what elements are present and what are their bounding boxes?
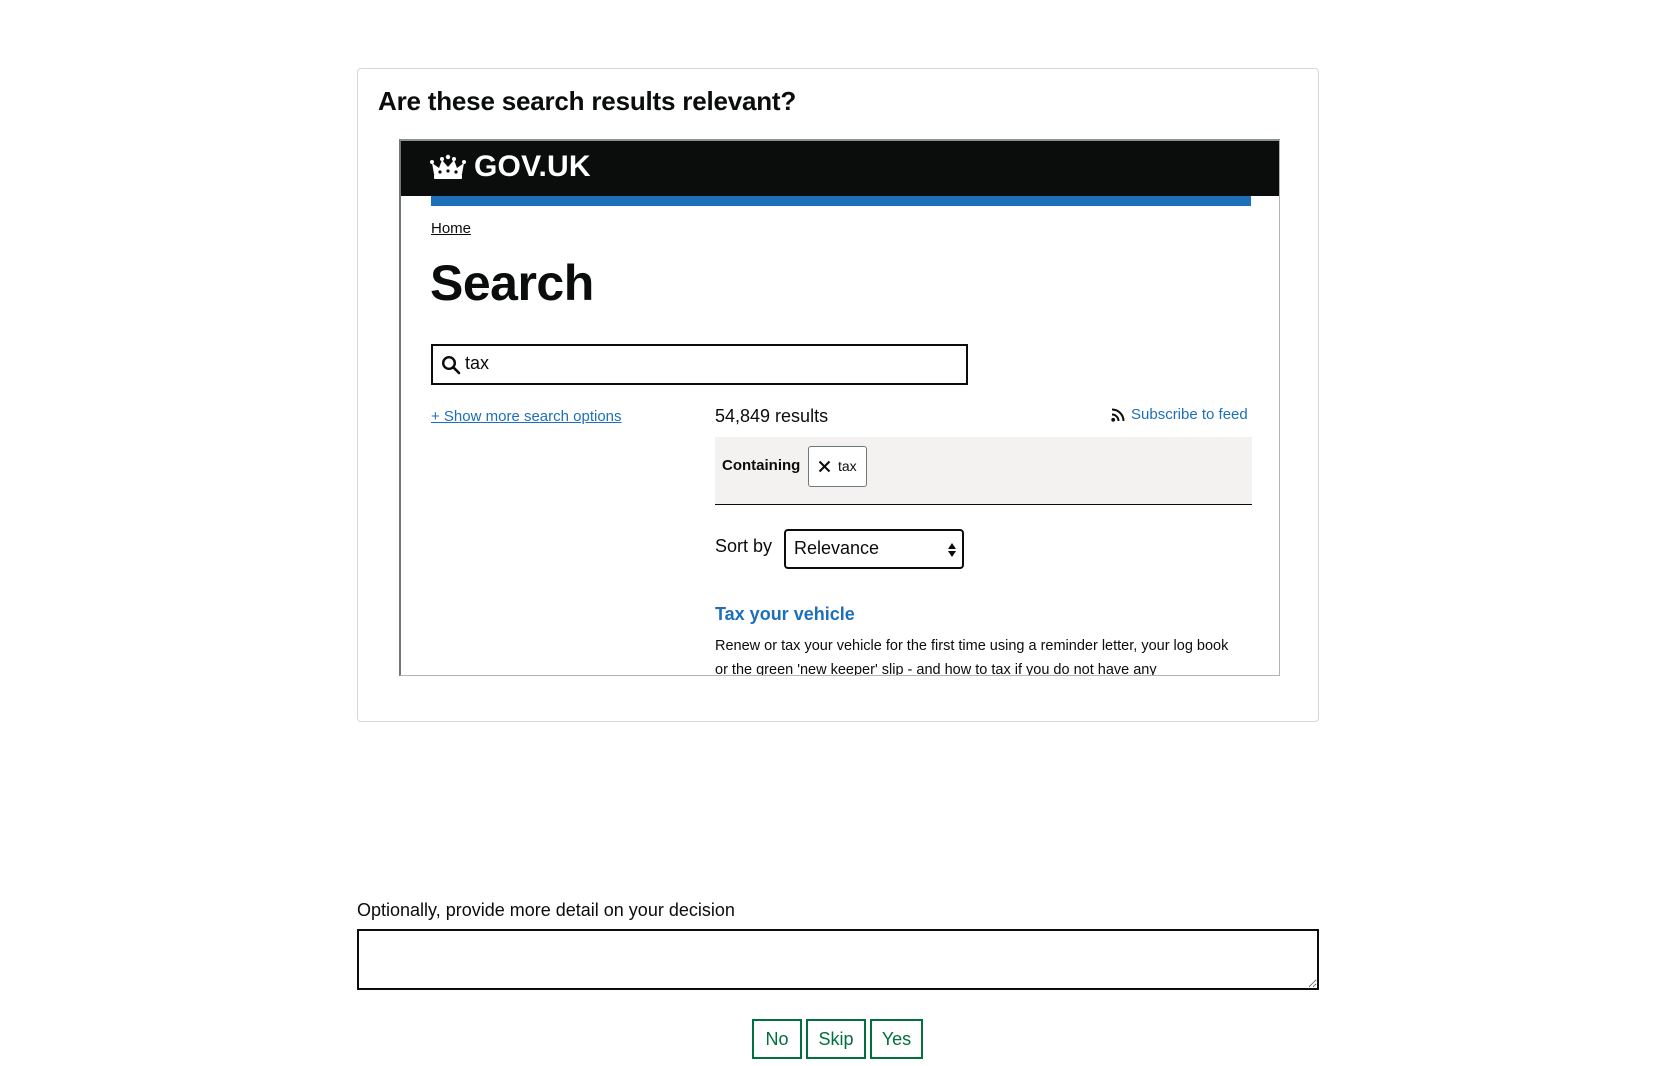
sort-by-label: Sort by <box>715 536 773 556</box>
rss-icon[interactable] <box>1111 408 1125 422</box>
result-description: Renew or tax your vehicle for the first … <box>715 638 1229 676</box>
breadcrumb-home-link[interactable]: Home <box>431 220 471 237</box>
sort-by-select[interactable]: Relevance <box>784 529 964 569</box>
subscribe-to-feed-link[interactable]: Subscribe to feed <box>1131 406 1248 423</box>
crown-icon <box>430 154 466 179</box>
filter-label: Containing <box>722 457 801 474</box>
remove-filter-tag-button[interactable]: tax <box>808 446 867 487</box>
active-filters-panel: Containing tax <box>715 437 1252 505</box>
feedback-textarea[interactable] <box>357 929 1319 990</box>
search-results-preview: GOV.UK Home Search + Show more search op… <box>399 139 1280 676</box>
show-more-search-options-link[interactable]: + Show more search options <box>431 408 622 425</box>
result-title-link[interactable]: Tax your vehicle <box>715 604 855 625</box>
yes-button[interactable]: Yes <box>870 1019 923 1059</box>
search-input[interactable] <box>465 353 945 374</box>
no-button[interactable]: No <box>752 1019 802 1059</box>
sort-selected-value: Relevance <box>794 538 880 558</box>
header-blue-bar <box>431 196 1251 206</box>
gov-logo-text[interactable]: GOV.UK <box>474 150 591 184</box>
feedback-label: Optionally, provide more detail on your … <box>357 900 735 920</box>
page-title: Search <box>430 255 594 311</box>
results-count: 54,849 results <box>715 406 829 426</box>
relevance-card: Are these search results relevant? GOV.U… <box>357 68 1319 722</box>
filter-tag-text: tax <box>838 458 857 474</box>
question-heading: Are these search results relevant? <box>378 86 797 116</box>
search-input-wrapper[interactable] <box>431 344 968 385</box>
gov-header: GOV.UK <box>401 141 1279 196</box>
close-icon <box>818 460 831 473</box>
skip-button[interactable]: Skip <box>806 1019 866 1059</box>
select-arrows-icon <box>948 543 956 557</box>
search-icon <box>441 355 461 375</box>
